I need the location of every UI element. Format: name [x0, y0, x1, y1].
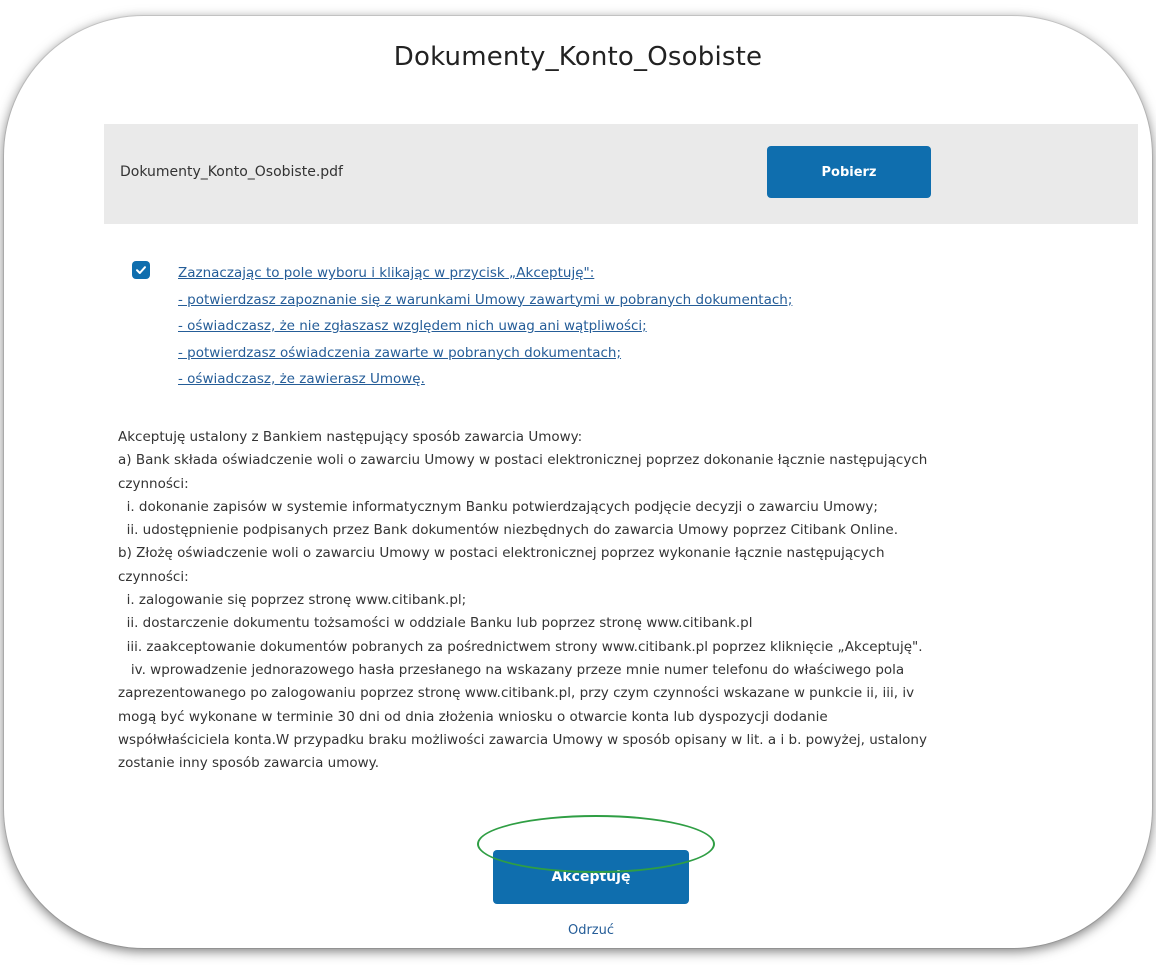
consent-checkbox[interactable] — [132, 261, 150, 279]
terms-line: i. zalogowanie się poprzez stronę www.ci… — [118, 592, 467, 609]
terms-line: iv. wprowadzenie jednorazowego hasła prz… — [118, 661, 905, 678]
terms-line: i. dokonanie zapisów w systemie informat… — [118, 498, 878, 515]
terms-line: ii. dostarczenie dokumentu tożsamości w … — [118, 615, 753, 632]
terms-line: a) Bank składa oświadczenie woli o zawar… — [118, 452, 928, 469]
reject-link[interactable]: Odrzuć — [544, 923, 638, 938]
terms-line: ii. udostępnienie podpisanych przez Bank… — [118, 522, 899, 539]
terms-line: współwłaściciela konta.W przypadku braku… — [118, 731, 927, 748]
download-button[interactable]: Pobierz — [767, 146, 931, 198]
file-name: Dokumenty_Konto_Osobiste.pdf — [120, 164, 343, 180]
terms-line: zostanie inny sposób zawarcia umowy. — [118, 755, 380, 772]
consent-line[interactable]: - potwierdzasz zapoznanie się z warunkam… — [178, 287, 878, 314]
terms-line: mogą być wykonane w terminie 30 dni od d… — [118, 708, 828, 725]
file-download-bar: Dokumenty_Konto_Osobiste.pdf Pobierz — [104, 124, 1138, 224]
dialog-title: Dokumenty_Konto_Osobiste — [393, 42, 763, 72]
consent-line[interactable]: Zaznaczając to pole wyboru i klikając w … — [178, 260, 878, 287]
terms-line: iii. zaakceptowanie dokumentów pobranych… — [118, 638, 923, 655]
terms-line: Akceptuję ustalony z Bankiem następujący… — [118, 429, 583, 445]
document-acceptance-dialog: Dokumenty_Konto_Osobiste Dokumenty_Konto… — [4, 16, 1152, 948]
consent-text[interactable]: Zaznaczając to pole wyboru i klikając w … — [178, 260, 878, 393]
terms-line: b) Złożę oświadczenie woli o zawarciu Um… — [118, 545, 885, 562]
terms-line: zaprezentowanego po zalogowaniu poprzez … — [118, 685, 915, 702]
terms-line: czynności: — [118, 568, 189, 585]
highlight-ellipse — [477, 815, 715, 873]
consent-line[interactable]: - oświadczasz, że zawierasz Umowę. — [178, 366, 878, 393]
consent-line[interactable]: - potwierdzasz oświadczenia zawarte w po… — [178, 340, 878, 367]
consent-line[interactable]: - oświadczasz, że nie zgłaszasz względem… — [178, 313, 878, 340]
checkmark-icon — [136, 266, 146, 274]
contract-terms-text: Akceptuję ustalony z Bankiem następujący… — [118, 426, 1108, 775]
terms-line: czynności: — [118, 475, 189, 492]
